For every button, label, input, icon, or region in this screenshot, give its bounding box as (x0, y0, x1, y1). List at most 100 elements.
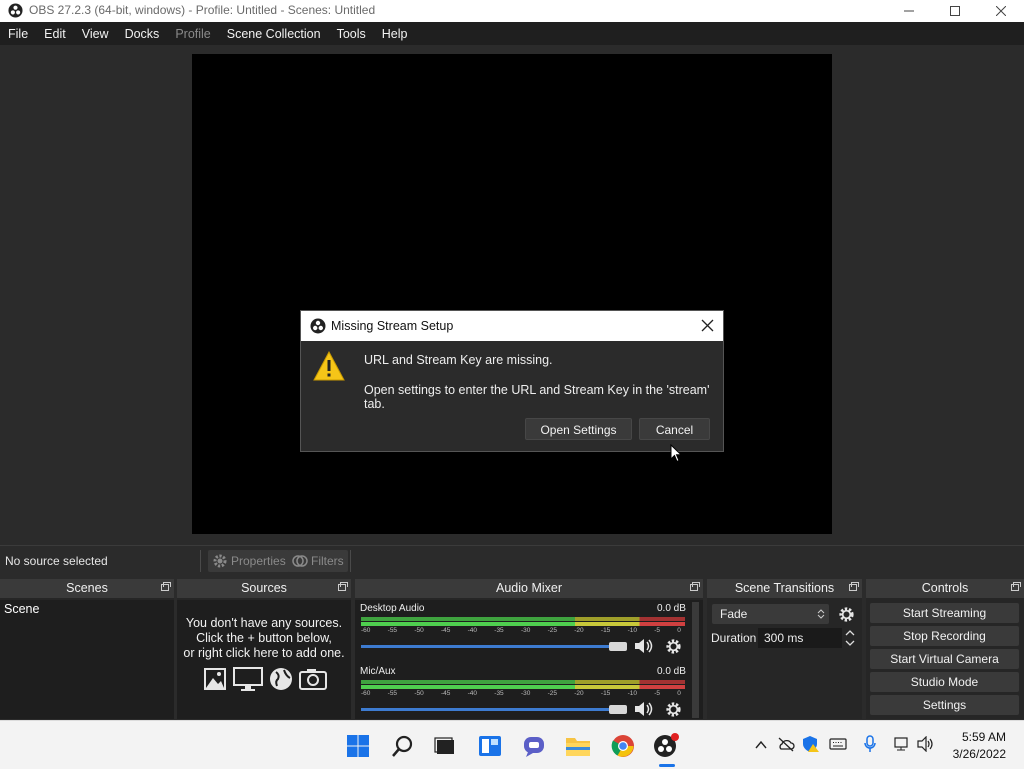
sources-hint-line: Click the + button below, (196, 631, 332, 645)
close-window-button[interactable] (978, 0, 1024, 22)
studio-mode-button[interactable]: Studio Mode (870, 672, 1019, 692)
menu-docks[interactable]: Docks (117, 27, 168, 41)
audio-mixer-body: Desktop Audio 0.0 dB -60 -55 -50 -45 -40 -35-… (355, 600, 703, 719)
menu-view[interactable]: View (74, 27, 117, 41)
menu-tools[interactable]: Tools (329, 27, 374, 41)
scale-tick: -20 (574, 690, 584, 697)
scenes-list: Scene (0, 600, 174, 719)
windows-start-icon (347, 735, 369, 757)
gear-icon[interactable] (838, 606, 855, 623)
dialog-title: Missing Stream Setup (331, 319, 454, 333)
network-icon[interactable] (892, 736, 910, 752)
volume-slider-track[interactable] (361, 708, 623, 711)
menu-profile[interactable]: Profile (167, 27, 218, 41)
keyboard-icon[interactable] (829, 737, 847, 751)
task-view-button[interactable] (432, 733, 458, 759)
properties-button[interactable]: Properties (208, 550, 290, 572)
active-app-indicator (659, 764, 675, 767)
scale-tick: -25 (547, 627, 557, 634)
undock-icon[interactable] (338, 582, 348, 591)
speaker-icon[interactable] (633, 700, 655, 718)
cancel-button[interactable]: Cancel (639, 418, 710, 440)
scenes-dock-header: Scenes (0, 579, 174, 598)
volume-slider-handle[interactable] (609, 705, 627, 714)
undock-icon[interactable] (161, 582, 171, 591)
volume-meter (361, 680, 685, 684)
widgets-button[interactable] (477, 733, 503, 759)
speaker-icon[interactable] (633, 637, 655, 655)
filters-label: Filters (311, 554, 344, 568)
onedrive-offline-icon[interactable] (777, 736, 795, 752)
undock-icon[interactable] (1011, 582, 1021, 591)
obs-taskbar-button[interactable] (653, 733, 679, 759)
scale-tick: -25 (547, 690, 557, 697)
scale-tick: -45 (440, 690, 451, 697)
mixer-scrollbar[interactable] (692, 602, 699, 718)
camera-icon (299, 669, 327, 690)
scene-list-item[interactable]: Scene (4, 602, 39, 616)
menu-scene-collection[interactable]: Scene Collection (219, 27, 329, 41)
settings-button[interactable]: Settings (870, 695, 1019, 715)
stop-recording-button[interactable]: Stop Recording (870, 626, 1019, 646)
menu-help[interactable]: Help (374, 27, 416, 41)
gear-icon[interactable] (665, 638, 682, 655)
close-icon (996, 6, 1006, 16)
undock-icon[interactable] (849, 582, 859, 591)
scene-transitions-body: Fade Duration 300 ms (707, 600, 862, 719)
undock-icon[interactable] (690, 582, 700, 591)
start-button[interactable] (345, 733, 371, 759)
channel-name: Mic/Aux (360, 666, 396, 677)
chevron-up-icon[interactable] (754, 738, 768, 752)
spin-buttons-icon[interactable] (844, 627, 856, 649)
transition-select[interactable]: Fade (712, 604, 829, 624)
filters-button[interactable]: Filters (288, 550, 348, 572)
volume-icon[interactable] (917, 736, 935, 752)
close-icon[interactable] (701, 319, 714, 332)
obs-logo-icon (8, 3, 23, 18)
microphone-icon[interactable] (863, 735, 877, 753)
volume-meter (361, 617, 685, 621)
scale-tick: -50 (414, 690, 424, 697)
obs-logo-icon (310, 318, 326, 334)
maximize-button[interactable] (932, 0, 978, 22)
chrome-button[interactable] (610, 733, 636, 759)
open-settings-button[interactable]: Open Settings (525, 418, 632, 440)
sources-dock-header: Sources (177, 579, 351, 598)
controls-title: Controls (921, 581, 969, 595)
scene-transitions-header: Scene Transitions (707, 579, 862, 598)
sources-hint-line: You don't have any sources. (185, 616, 343, 630)
clock-time[interactable]: 5:59 AM (950, 730, 1006, 744)
minimize-button[interactable] (886, 0, 932, 22)
gear-icon[interactable] (665, 701, 682, 718)
menu-file[interactable]: File (0, 27, 36, 41)
sources-list[interactable]: You don't have any sources. Click the + … (177, 600, 351, 719)
up-down-chevron-icon (817, 609, 825, 619)
start-virtual-camera-button[interactable]: Start Virtual Camera (870, 649, 1019, 669)
controls-header: Controls (866, 579, 1024, 598)
mouse-cursor-icon (670, 444, 682, 463)
preview-canvas[interactable] (192, 54, 832, 534)
scale-tick: -15 (600, 690, 611, 697)
duration-value: 300 ms (764, 631, 804, 645)
security-warning-icon[interactable] (802, 735, 820, 753)
channel-name: Desktop Audio (360, 603, 425, 614)
scale-tick: -40 (467, 627, 478, 634)
scale-tick: -55 (387, 690, 398, 697)
chat-button[interactable] (521, 733, 547, 759)
scale-tick: -5 (654, 627, 660, 634)
scenes-dock: Scenes Scene (0, 579, 174, 719)
source-status: No source selected (5, 554, 108, 568)
clock-date[interactable]: 3/26/2022 (944, 747, 1006, 761)
search-button[interactable] (390, 733, 416, 759)
scale-tick: 0 (677, 690, 681, 697)
scale-tick: 0 (677, 627, 681, 634)
volume-slider-handle[interactable] (609, 642, 627, 651)
volume-slider-track[interactable] (361, 645, 623, 648)
file-explorer-button[interactable] (565, 733, 591, 759)
sources-dock: Sources You don't have any sources. Clic… (177, 579, 351, 719)
channel-db: 0.0 dB (657, 666, 686, 677)
menu-edit[interactable]: Edit (36, 27, 74, 41)
duration-input[interactable]: 300 ms (758, 628, 842, 648)
browser-globe-icon (270, 668, 292, 690)
start-streaming-button[interactable]: Start Streaming (870, 603, 1019, 623)
